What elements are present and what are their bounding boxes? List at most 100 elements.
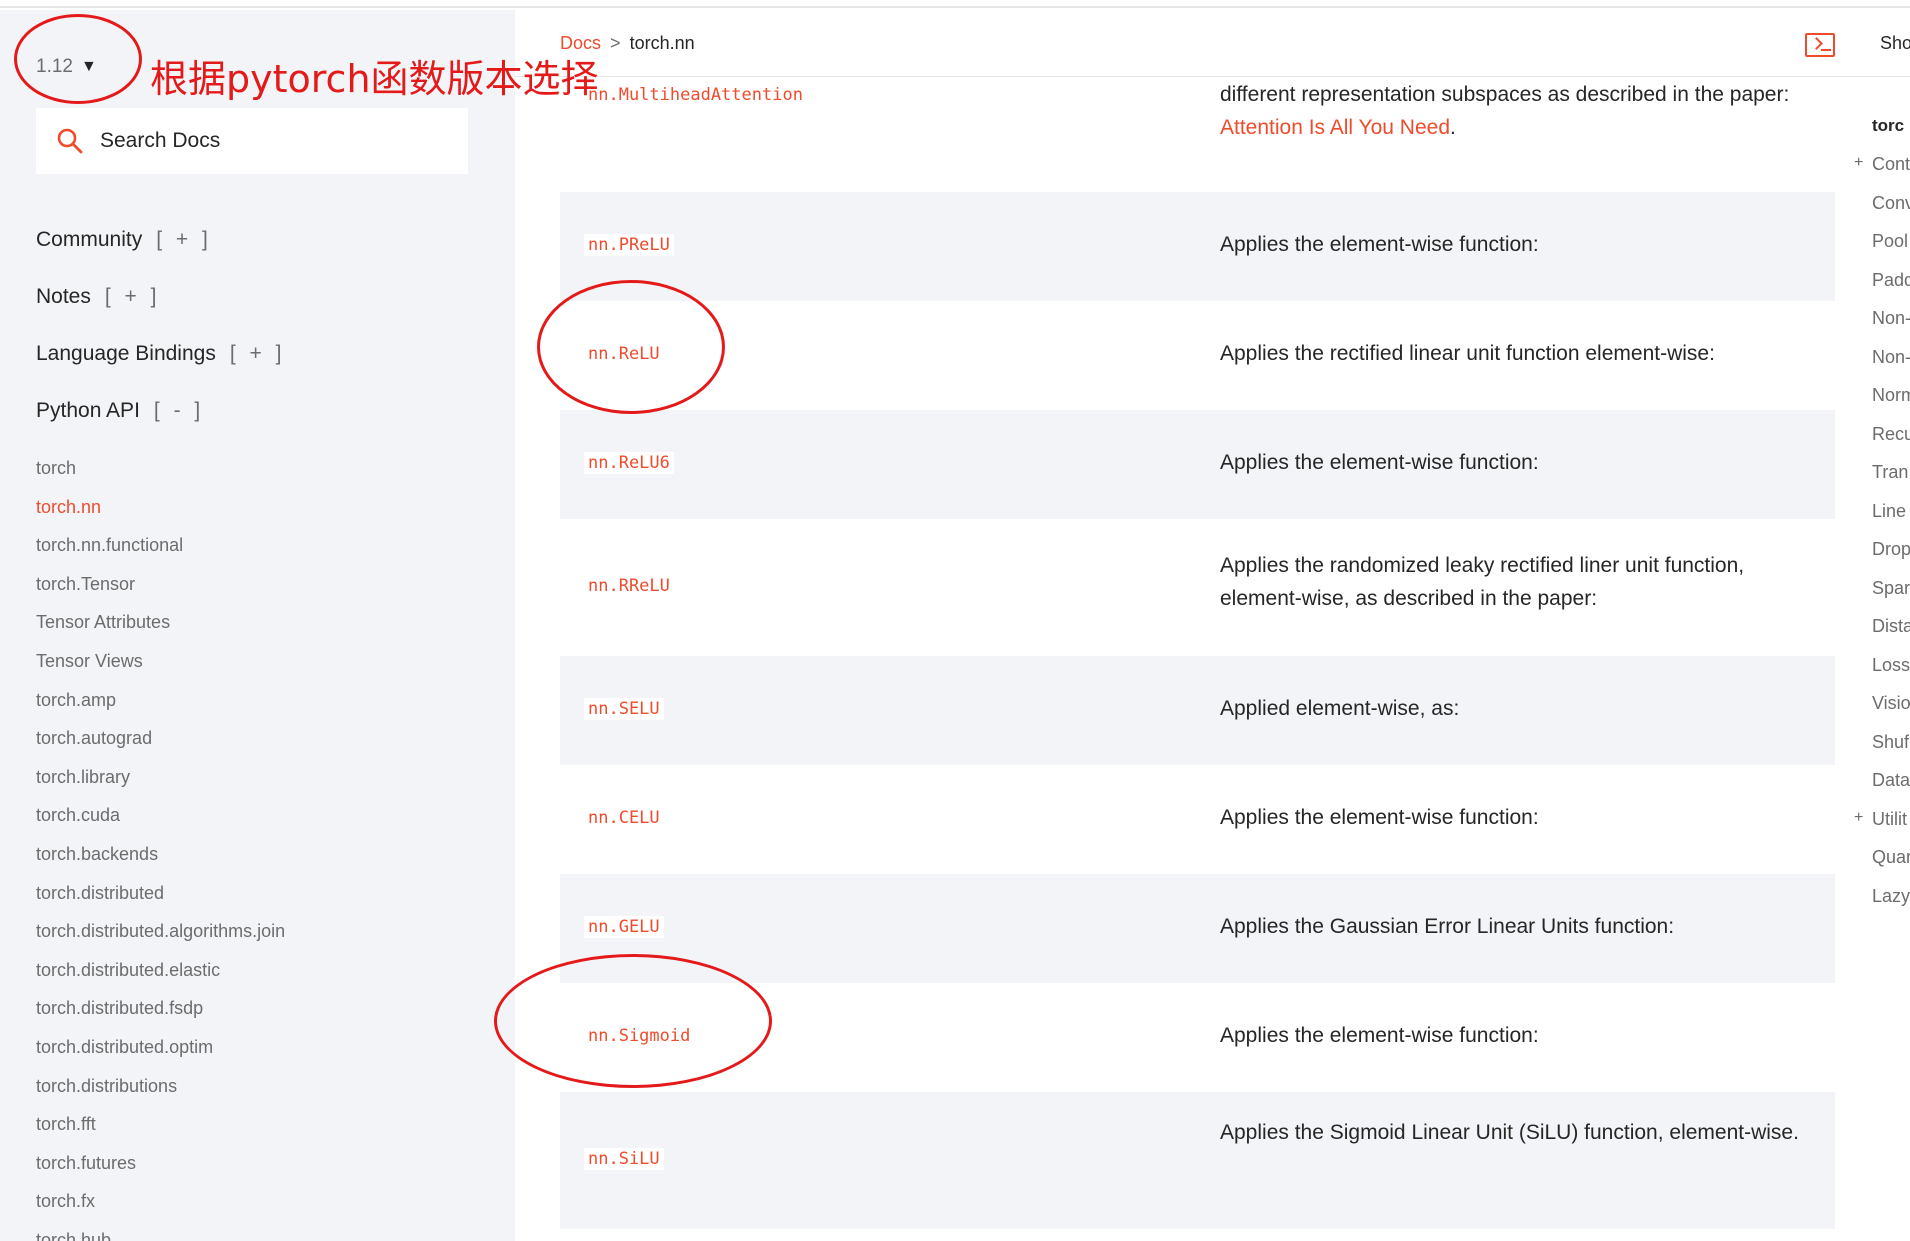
table-row: nn.CELU Applies the element-wise functio… bbox=[560, 765, 1835, 874]
section-python-api[interactable]: Python API [ - ] bbox=[36, 399, 204, 423]
toc-item[interactable]: Recu bbox=[1872, 424, 1910, 445]
section-language-bindings[interactable]: Language Bindings [ + ] bbox=[36, 342, 285, 366]
section-label[interactable]: Python API bbox=[36, 399, 140, 423]
toc-item[interactable]: Conv bbox=[1872, 193, 1910, 214]
function-link[interactable]: nn.GELU bbox=[584, 916, 664, 938]
nav-item-torch-distributed[interactable]: torch.distributed bbox=[36, 882, 285, 921]
toc-item[interactable]: Lazy bbox=[1872, 886, 1910, 907]
function-link[interactable]: nn.SiLU bbox=[584, 1148, 664, 1170]
table-row: nn.RReLU Applies the randomized leaky re… bbox=[560, 519, 1835, 656]
toc-item[interactable]: Pool bbox=[1872, 231, 1908, 252]
function-link[interactable]: nn.MultiheadAttention bbox=[584, 84, 807, 106]
toc-item[interactable]: Visio bbox=[1872, 693, 1910, 714]
table-row: nn.Sigmoid Applies the element-wise func… bbox=[560, 983, 1835, 1092]
toc-item[interactable]: Non- bbox=[1872, 308, 1910, 329]
function-description: Applies the rectified linear unit functi… bbox=[1220, 342, 1715, 365]
toc-item[interactable]: Padd bbox=[1872, 270, 1910, 291]
nav-item-torch-distributed-optim[interactable]: torch.distributed.optim bbox=[36, 1036, 285, 1075]
description-end: . bbox=[1450, 116, 1456, 139]
table-row: nn.ReLU Applies the rectified linear uni… bbox=[560, 301, 1835, 410]
function-link[interactable]: nn.RReLU bbox=[584, 575, 674, 597]
nav-item-torch[interactable]: torch bbox=[36, 457, 285, 496]
search-box[interactable] bbox=[36, 108, 468, 174]
toc-item[interactable]: Data bbox=[1872, 770, 1910, 791]
sidebar: 1.12 ▼ Community [ + ] Notes [ + ] Langu… bbox=[0, 10, 515, 1241]
nav-item-torch-library[interactable]: torch.library bbox=[36, 766, 285, 805]
search-icon bbox=[57, 128, 83, 154]
toc-item[interactable]: Utilit bbox=[1872, 809, 1907, 830]
nav-item-torch-distributed-elastic[interactable]: torch.distributed.elastic bbox=[36, 959, 285, 998]
function-link[interactable]: nn.Sigmoid bbox=[584, 1025, 694, 1047]
expand-icon[interactable]: + bbox=[1854, 809, 1863, 827]
table-row: nn.PReLU Applies the element-wise functi… bbox=[560, 192, 1835, 301]
nav-item-torch-nn-functional[interactable]: torch.nn.functional bbox=[36, 534, 285, 573]
nav-item-torch-distributed-algorithms-join[interactable]: torch.distributed.algorithms.join bbox=[36, 920, 285, 959]
expand-toggle[interactable]: [ + ] bbox=[105, 285, 161, 309]
top-border bbox=[0, 0, 1910, 8]
section-label[interactable]: Language Bindings bbox=[36, 342, 216, 366]
table-row: nn.SiLU Applies the Sigmoid Linear Unit … bbox=[560, 1092, 1835, 1229]
toc-item[interactable]: Cont bbox=[1872, 154, 1910, 175]
version-label[interactable]: 1.12 bbox=[36, 56, 73, 78]
function-link[interactable]: nn.PReLU bbox=[584, 234, 674, 256]
nav-item-torch-hub[interactable]: torch.hub bbox=[36, 1229, 285, 1241]
function-description: Applies the randomized leaky rectified l… bbox=[1220, 554, 1745, 610]
table-row: nn.GELU Applies the Gaussian Error Linea… bbox=[560, 874, 1835, 983]
python-api-nav: torch torch.nn torch.nn.functional torch… bbox=[36, 457, 285, 1241]
toc-item[interactable]: Loss bbox=[1872, 655, 1910, 676]
toc-item[interactable]: Shuf bbox=[1872, 732, 1909, 753]
function-link[interactable]: nn.SELU bbox=[584, 698, 664, 720]
nav-item-tensor-attributes[interactable]: Tensor Attributes bbox=[36, 611, 285, 650]
function-link[interactable]: nn.ReLU6 bbox=[584, 452, 674, 474]
nav-item-tensor-views[interactable]: Tensor Views bbox=[36, 650, 285, 689]
terminal-icon[interactable] bbox=[1805, 33, 1835, 57]
nav-item-torch-fft[interactable]: torch.fft bbox=[36, 1113, 285, 1152]
function-description: different representation subspaces as de… bbox=[1220, 78, 1810, 144]
toc-item[interactable]: Spar bbox=[1872, 578, 1910, 599]
function-description: Applies the element-wise function: bbox=[1220, 806, 1539, 829]
nav-item-torch-distributed-fsdp[interactable]: torch.distributed.fsdp bbox=[36, 997, 285, 1036]
function-link[interactable]: nn.CELU bbox=[584, 807, 664, 829]
toc-title[interactable]: torc bbox=[1872, 116, 1904, 136]
nav-item-torch-distributions[interactable]: torch.distributions bbox=[36, 1075, 285, 1114]
function-description: Applies the element-wise function: bbox=[1220, 451, 1539, 474]
toc-item[interactable]: Quar bbox=[1872, 847, 1910, 868]
nav-item-torch-nn[interactable]: torch.nn bbox=[36, 496, 285, 535]
section-label[interactable]: Community bbox=[36, 228, 142, 252]
function-link[interactable]: nn.ReLU bbox=[584, 343, 664, 365]
table-row: nn.MultiheadAttention different represen… bbox=[560, 78, 1835, 192]
nav-item-torch-futures[interactable]: torch.futures bbox=[36, 1152, 285, 1191]
nav-item-torch-amp[interactable]: torch.amp bbox=[36, 689, 285, 728]
nav-item-torch-autograd[interactable]: torch.autograd bbox=[36, 727, 285, 766]
breadcrumb-current: torch.nn bbox=[629, 33, 695, 53]
nav-item-torch-fx[interactable]: torch.fx bbox=[36, 1190, 285, 1229]
toc-item[interactable]: Dista bbox=[1872, 616, 1910, 637]
toc-item[interactable]: Non- bbox=[1872, 347, 1910, 368]
function-description: Applies the Sigmoid Linear Unit (SiLU) f… bbox=[1220, 1121, 1799, 1144]
section-community[interactable]: Community [ + ] bbox=[36, 228, 212, 252]
toc-item[interactable]: Drop bbox=[1872, 539, 1910, 560]
paper-link[interactable]: Attention Is All You Need bbox=[1220, 116, 1450, 139]
expand-toggle[interactable]: [ + ] bbox=[156, 228, 212, 252]
section-notes[interactable]: Notes [ + ] bbox=[36, 285, 160, 309]
caret-down-icon[interactable]: ▼ bbox=[81, 58, 97, 76]
search-input[interactable] bbox=[100, 129, 440, 153]
expand-icon[interactable]: + bbox=[1854, 154, 1863, 172]
collapse-toggle[interactable]: [ - ] bbox=[154, 399, 204, 423]
expand-toggle[interactable]: [ + ] bbox=[230, 342, 286, 366]
function-description: Applies the element-wise function: bbox=[1220, 1024, 1539, 1047]
section-label[interactable]: Notes bbox=[36, 285, 91, 309]
function-description: Applies the element-wise function: bbox=[1220, 233, 1539, 256]
description-text: different representation subspaces as de… bbox=[1220, 83, 1790, 106]
toc-item[interactable]: Line bbox=[1872, 501, 1906, 522]
nav-item-torch-cuda[interactable]: torch.cuda bbox=[36, 804, 285, 843]
page-toc: torc + Cont Conv Pool Padd Non- Non- Nor… bbox=[1850, 0, 1910, 1241]
nav-item-torch-backends[interactable]: torch.backends bbox=[36, 843, 285, 882]
toc-item[interactable]: Tran bbox=[1872, 462, 1908, 483]
version-selector[interactable]: 1.12 ▼ bbox=[36, 56, 97, 78]
function-description: Applies the Gaussian Error Linear Units … bbox=[1220, 915, 1675, 938]
table-row: nn.SELU Applied element-wise, as: bbox=[560, 656, 1835, 765]
nav-item-torch-tensor[interactable]: torch.Tensor bbox=[36, 573, 285, 612]
annotation-note: 根据pytorch函数版本选择 bbox=[150, 57, 599, 101]
toc-item[interactable]: Norm bbox=[1872, 385, 1910, 406]
